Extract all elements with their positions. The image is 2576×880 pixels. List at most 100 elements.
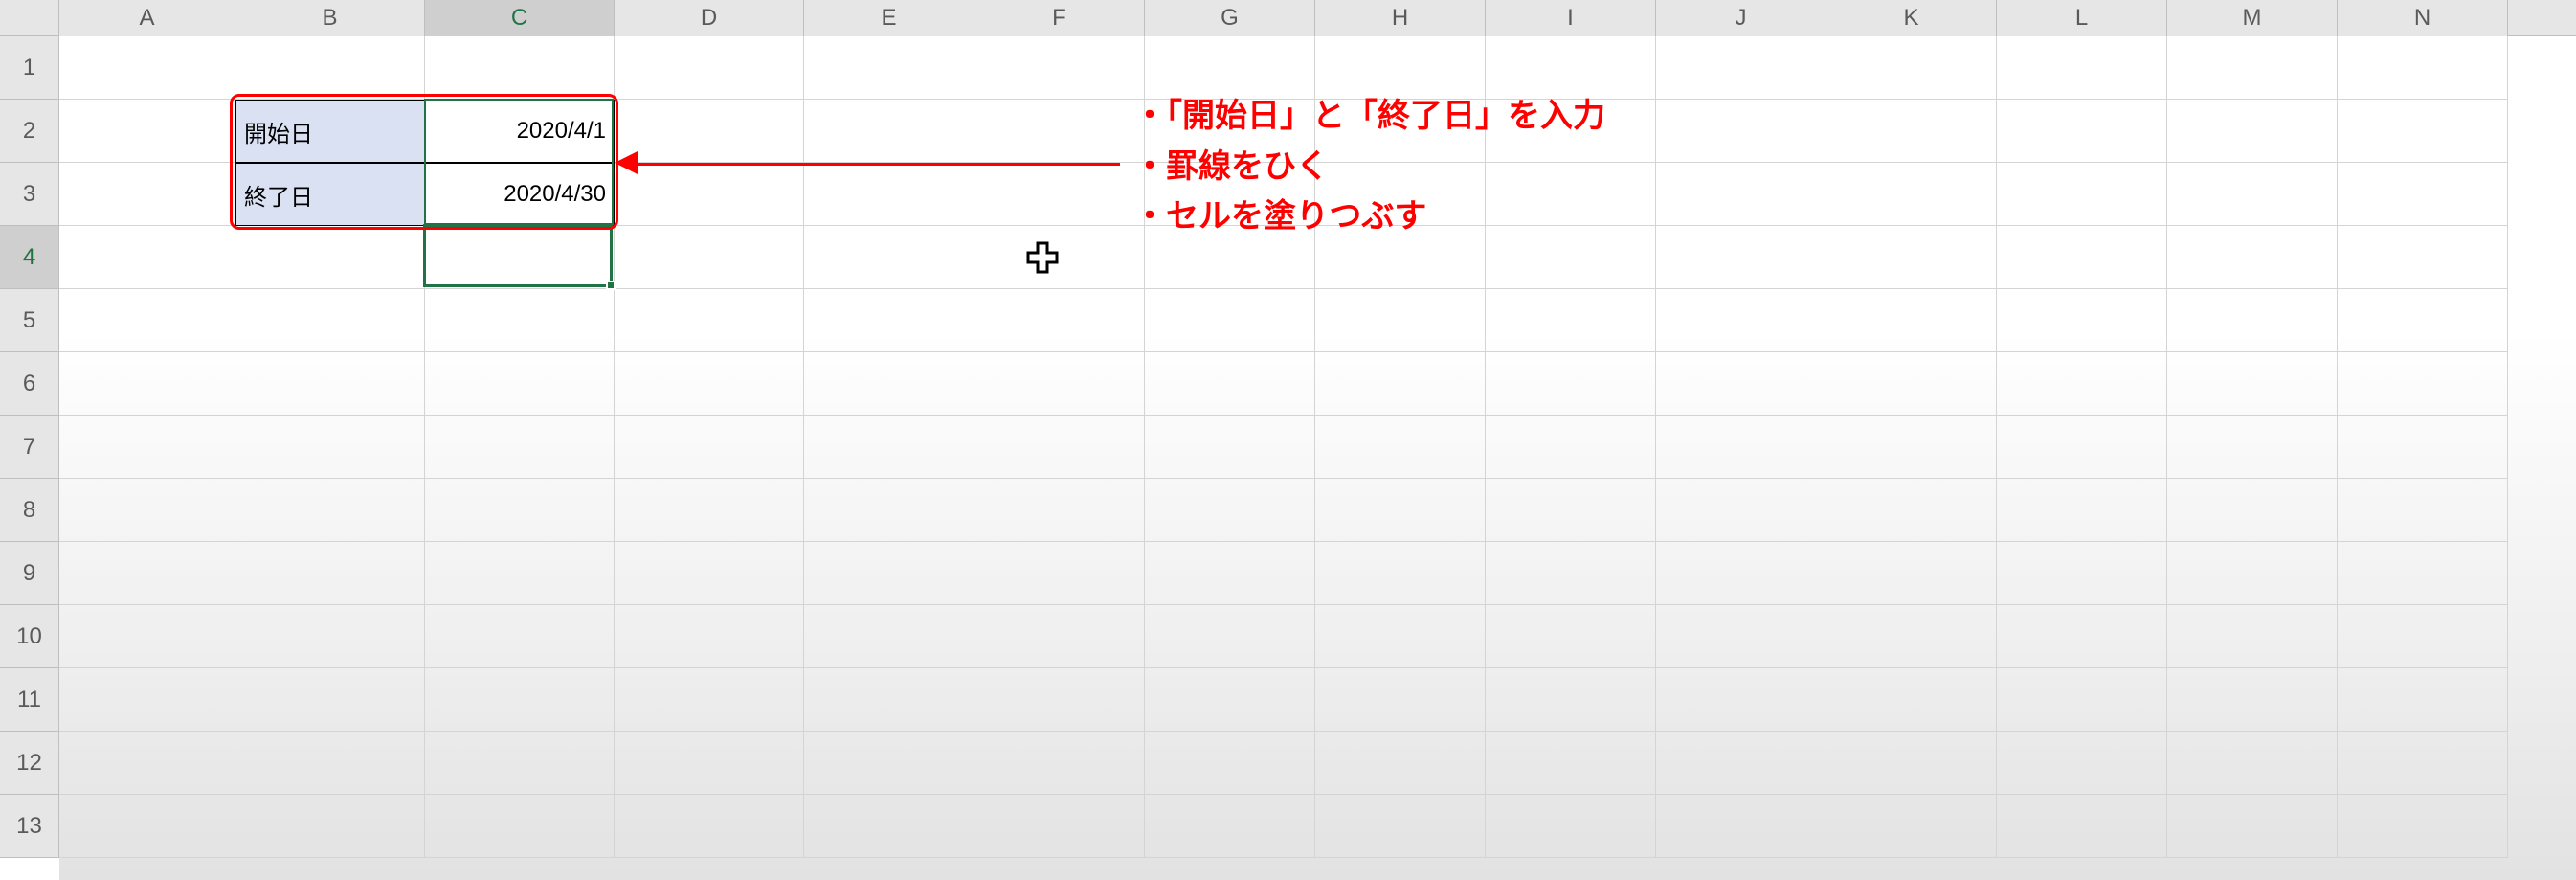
cell-E3[interactable] — [804, 163, 974, 226]
cell-C6[interactable] — [425, 352, 615, 416]
cell-B7[interactable] — [235, 416, 425, 479]
cell-B13[interactable] — [235, 795, 425, 858]
cell-N13[interactable] — [2338, 795, 2508, 858]
cell-B6[interactable] — [235, 352, 425, 416]
cell-F4[interactable] — [974, 226, 1145, 289]
cell-N11[interactable] — [2338, 668, 2508, 732]
cell-J4[interactable] — [1656, 226, 1826, 289]
cell-C1[interactable] — [425, 36, 615, 100]
cell-K3[interactable] — [1826, 163, 1997, 226]
cell-N5[interactable] — [2338, 289, 2508, 352]
cell-B9[interactable] — [235, 542, 425, 605]
cell-B5[interactable] — [235, 289, 425, 352]
cell-H13[interactable] — [1315, 795, 1486, 858]
cell-J13[interactable] — [1656, 795, 1826, 858]
cell-C5[interactable] — [425, 289, 615, 352]
cell-N10[interactable] — [2338, 605, 2508, 668]
cell-L3[interactable] — [1997, 163, 2167, 226]
cell-B1[interactable] — [235, 36, 425, 100]
cell-J12[interactable] — [1656, 732, 1826, 795]
cell-J6[interactable] — [1656, 352, 1826, 416]
cell-I5[interactable] — [1486, 289, 1656, 352]
cell-J11[interactable] — [1656, 668, 1826, 732]
cell-B4[interactable] — [235, 226, 425, 289]
cell-M9[interactable] — [2167, 542, 2338, 605]
cell-F10[interactable] — [974, 605, 1145, 668]
cell-H4[interactable] — [1315, 226, 1486, 289]
cell-J2[interactable] — [1656, 100, 1826, 163]
cell-M13[interactable] — [2167, 795, 2338, 858]
cell-N9[interactable] — [2338, 542, 2508, 605]
row-header-1[interactable]: 1 — [0, 36, 59, 100]
cell-H9[interactable] — [1315, 542, 1486, 605]
column-header-E[interactable]: E — [804, 0, 974, 36]
cell-G1[interactable] — [1145, 36, 1315, 100]
cell-M7[interactable] — [2167, 416, 2338, 479]
cell-D11[interactable] — [615, 668, 804, 732]
cell-F7[interactable] — [974, 416, 1145, 479]
cell-D12[interactable] — [615, 732, 804, 795]
cell-L1[interactable] — [1997, 36, 2167, 100]
cell-K1[interactable] — [1826, 36, 1997, 100]
row-header-3[interactable]: 3 — [0, 163, 59, 226]
cell-G12[interactable] — [1145, 732, 1315, 795]
cell-E12[interactable] — [804, 732, 974, 795]
cell-A13[interactable] — [59, 795, 235, 858]
cell-G11[interactable] — [1145, 668, 1315, 732]
cell-C7[interactable] — [425, 416, 615, 479]
cell-C8[interactable] — [425, 479, 615, 542]
row-header-12[interactable]: 12 — [0, 732, 59, 795]
row-header-6[interactable]: 6 — [0, 352, 59, 416]
cell-K2[interactable] — [1826, 100, 1997, 163]
cell-H6[interactable] — [1315, 352, 1486, 416]
cell-D4[interactable] — [615, 226, 804, 289]
cell-G6[interactable] — [1145, 352, 1315, 416]
cell-D9[interactable] — [615, 542, 804, 605]
column-header-C[interactable]: C — [425, 0, 615, 36]
cell-E6[interactable] — [804, 352, 974, 416]
cell-K8[interactable] — [1826, 479, 1997, 542]
column-header-G[interactable]: G — [1145, 0, 1315, 36]
cell-G9[interactable] — [1145, 542, 1315, 605]
cell-N1[interactable] — [2338, 36, 2508, 100]
cell-D8[interactable] — [615, 479, 804, 542]
cell-M11[interactable] — [2167, 668, 2338, 732]
cell-H3[interactable] — [1315, 163, 1486, 226]
cell-M2[interactable] — [2167, 100, 2338, 163]
cell-F11[interactable] — [974, 668, 1145, 732]
cell-I11[interactable] — [1486, 668, 1656, 732]
cell-H12[interactable] — [1315, 732, 1486, 795]
cell-D3[interactable] — [615, 163, 804, 226]
cell-F13[interactable] — [974, 795, 1145, 858]
cell-M10[interactable] — [2167, 605, 2338, 668]
cell-K6[interactable] — [1826, 352, 1997, 416]
cell-A6[interactable] — [59, 352, 235, 416]
row-header-13[interactable]: 13 — [0, 795, 59, 858]
column-header-K[interactable]: K — [1826, 0, 1997, 36]
cell-N7[interactable] — [2338, 416, 2508, 479]
column-header-L[interactable]: L — [1997, 0, 2167, 36]
row-header-7[interactable]: 7 — [0, 416, 59, 479]
row-header-8[interactable]: 8 — [0, 479, 59, 542]
cell-H1[interactable] — [1315, 36, 1486, 100]
cell-C3[interactable]: 2020/4/30 — [425, 163, 615, 226]
cell-K10[interactable] — [1826, 605, 1997, 668]
row-header-9[interactable]: 9 — [0, 542, 59, 605]
cell-C10[interactable] — [425, 605, 615, 668]
cell-B12[interactable] — [235, 732, 425, 795]
cell-I7[interactable] — [1486, 416, 1656, 479]
cell-D5[interactable] — [615, 289, 804, 352]
spreadsheet-grid[interactable]: 開始日2020/4/1終了日2020/4/30 — [59, 36, 2576, 880]
cell-A8[interactable] — [59, 479, 235, 542]
cell-K5[interactable] — [1826, 289, 1997, 352]
cell-G10[interactable] — [1145, 605, 1315, 668]
cell-H5[interactable] — [1315, 289, 1486, 352]
cell-G8[interactable] — [1145, 479, 1315, 542]
cell-E7[interactable] — [804, 416, 974, 479]
cell-H10[interactable] — [1315, 605, 1486, 668]
cell-I10[interactable] — [1486, 605, 1656, 668]
cell-B3[interactable]: 終了日 — [235, 163, 425, 226]
cell-C9[interactable] — [425, 542, 615, 605]
cell-E9[interactable] — [804, 542, 974, 605]
cell-K9[interactable] — [1826, 542, 1997, 605]
